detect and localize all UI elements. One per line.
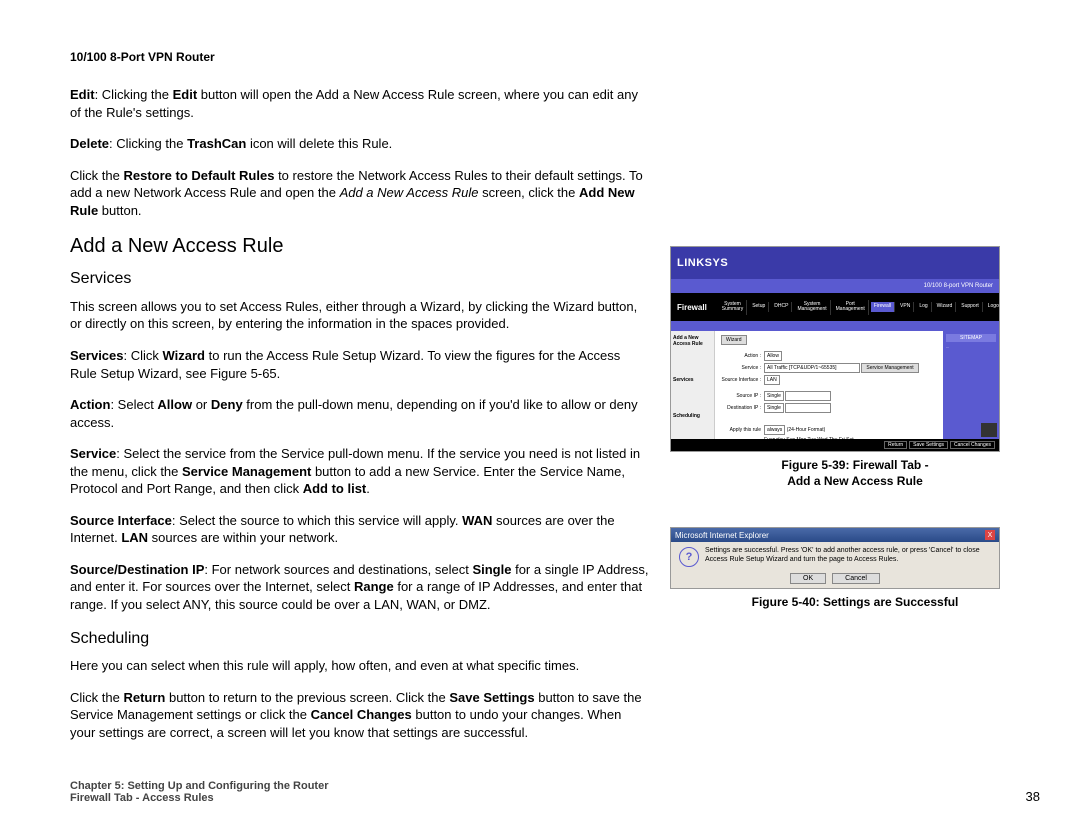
para-edit: Edit: Clicking the Edit button will open…: [70, 86, 650, 121]
select-action[interactable]: Allow: [764, 351, 782, 361]
wizard-button[interactable]: Wizard: [721, 335, 747, 345]
sidebar-scheduling: Scheduling: [673, 413, 712, 419]
heading-services: Services: [70, 268, 650, 290]
cancel-button[interactable]: Cancel: [832, 573, 880, 584]
product-title: 10/100 8-port VPN Router: [924, 283, 993, 289]
input-dst-ip[interactable]: [785, 403, 831, 413]
tab-setup[interactable]: Setup: [749, 302, 769, 312]
para-delete: Delete: Clicking the TrashCan icon will …: [70, 135, 650, 153]
select-service[interactable]: All Traffic [TCP&UDP/1~65535]: [764, 363, 860, 373]
tab-firewall[interactable]: Firewall: [871, 302, 895, 312]
para-restore: Click the Restore to Default Rules to re…: [70, 167, 650, 220]
figure-5-39-screenshot: LINKSYS 10/100 8-port VPN Router Firewal…: [670, 246, 1000, 452]
label-src-interface: Source Interface :: [721, 377, 764, 383]
label-src-ip: Source IP :: [721, 393, 764, 399]
para-source-interface: Source Interface: Select the source to w…: [70, 512, 650, 547]
tab-support[interactable]: Support: [958, 302, 983, 312]
para-scheduling: Here you can select when this rule will …: [70, 657, 650, 675]
para-intro: This screen allows you to set Access Rul…: [70, 298, 650, 333]
select-src-ip[interactable]: Single: [764, 391, 784, 401]
ok-button[interactable]: OK: [790, 573, 826, 584]
tab-vpn[interactable]: VPN: [897, 302, 914, 312]
input-src-ip[interactable]: [785, 391, 831, 401]
tab-port-mgmt[interactable]: Port Management: [833, 300, 869, 315]
tab-system-mgmt[interactable]: System Management: [794, 300, 830, 315]
return-button[interactable]: Return: [884, 441, 907, 449]
tab-system-summary[interactable]: System Summary: [719, 300, 747, 315]
nav-section-label: Firewall: [673, 303, 717, 312]
label-service: Service :: [721, 365, 764, 371]
label-apply-rule: Apply this rule: [721, 427, 764, 433]
dialog-title: Microsoft Internet Explorer: [675, 531, 769, 540]
sidebar-services: Services: [673, 377, 712, 383]
para-services: Services: Click Wizard to run the Access…: [70, 347, 650, 382]
tab-dhcp[interactable]: DHCP: [771, 302, 792, 312]
page-number: 38: [1026, 789, 1040, 804]
dialog-message: Settings are successful. Press 'OK' to a…: [705, 547, 991, 564]
figure-column: LINKSYS 10/100 8-port VPN Router Firewal…: [670, 86, 1040, 770]
heading-scheduling: Scheduling: [70, 628, 650, 650]
heading-add-rule: Add a New Access Rule: [70, 233, 650, 260]
cisco-logo-icon: [981, 423, 997, 437]
main-text-column: Edit: Clicking the Edit button will open…: [70, 86, 650, 770]
figure-5-39-caption: Figure 5-39: Firewall Tab - Add a New Ac…: [670, 458, 1040, 489]
select-src-interface[interactable]: LAN: [764, 375, 780, 385]
sitemap-label[interactable]: SITEMAP: [946, 334, 996, 342]
figure-5-40-caption: Figure 5-40: Settings are Successful: [670, 595, 1040, 611]
question-icon: ?: [679, 547, 699, 567]
close-icon[interactable]: X: [985, 530, 995, 540]
cancel-changes-button[interactable]: Cancel Changes: [950, 441, 995, 449]
tab-log[interactable]: Log: [916, 302, 931, 312]
sidebar-add-rule: Add a New Access Rule: [673, 335, 712, 347]
tab-logout[interactable]: Logout: [985, 302, 1000, 312]
footer-left: Chapter 5: Setting Up and Configuring th…: [70, 780, 329, 804]
para-action: Action: Select Allow or Deny from the pu…: [70, 396, 650, 431]
select-apply-rule[interactable]: always: [764, 425, 785, 435]
tab-wizard[interactable]: Wizard: [934, 302, 957, 312]
select-dst-ip[interactable]: Single: [764, 403, 784, 413]
label-action: Action :: [721, 353, 764, 359]
para-source-dest-ip: Source/Destination IP: For network sourc…: [70, 561, 650, 614]
para-service: Service: Select the service from the Ser…: [70, 445, 650, 498]
figure-5-40-screenshot: Microsoft Internet Explorer X ? Settings…: [670, 527, 1000, 589]
label-dst-ip: Destination IP :: [721, 405, 764, 411]
save-settings-button[interactable]: Save Settings: [909, 441, 948, 449]
doc-header: 10/100 8-Port VPN Router: [70, 50, 1040, 64]
para-buttons: Click the Return button to return to the…: [70, 689, 650, 742]
label-time-format: (24-Hour Format): [787, 427, 826, 433]
service-mgmt-button[interactable]: Service Management: [861, 363, 918, 373]
linksys-logo: LINKSYS: [677, 257, 728, 269]
